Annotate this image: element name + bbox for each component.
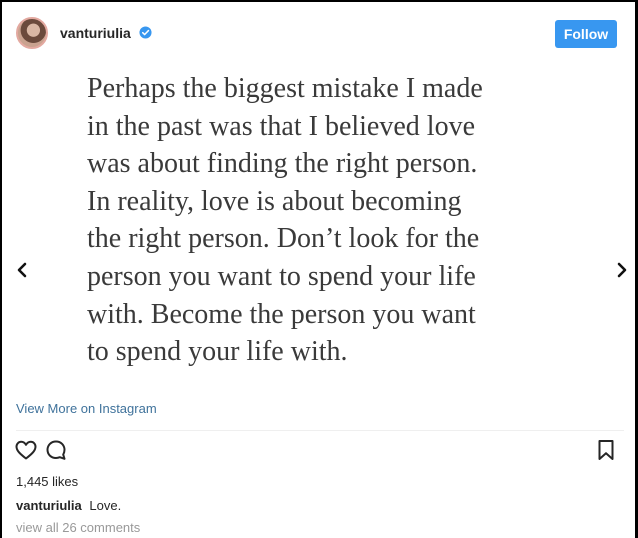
username[interactable]: vanturiulia	[60, 25, 131, 41]
verified-badge-icon	[139, 26, 152, 39]
heart-icon[interactable]	[14, 438, 38, 462]
view-comments-link[interactable]: view all 26 comments	[16, 520, 140, 535]
caption-username[interactable]: vanturiulia	[16, 498, 82, 513]
chevron-right-icon[interactable]	[614, 260, 630, 280]
post-header: vanturiulia Follow	[2, 2, 635, 64]
instagram-embed: vanturiulia Follow Perhaps the biggest m…	[0, 0, 638, 538]
avatar[interactable]	[16, 17, 48, 49]
comment-bubble-icon[interactable]	[44, 438, 68, 462]
caption-text: Love.	[89, 498, 122, 513]
action-bar	[2, 435, 635, 465]
follow-button[interactable]: Follow	[555, 20, 617, 48]
quote-line: In reality, love is about becoming	[87, 185, 462, 217]
caption: vanturiulia Love.	[16, 498, 121, 513]
chevron-left-icon[interactable]	[14, 260, 30, 280]
like-count[interactable]: 1,445 likes	[16, 474, 78, 489]
quote-line: with. Become the person you want	[87, 298, 476, 330]
post-image-quote: Perhaps the biggest mistake I made in th…	[87, 70, 587, 371]
bookmark-icon[interactable]	[594, 438, 618, 462]
quote-line: to spend your life with.	[87, 336, 348, 368]
quote-line: in the past was that I believed love	[87, 110, 475, 142]
quote-line: the right person. Don’t look for the	[87, 223, 480, 255]
quote-line: was about finding the right person.	[87, 148, 478, 180]
quote-line: person you want to spend your life	[87, 260, 476, 292]
view-more-link[interactable]: View More on Instagram	[16, 401, 157, 416]
quote-line: Perhaps the biggest mistake I made	[87, 73, 483, 104]
divider	[16, 430, 624, 431]
